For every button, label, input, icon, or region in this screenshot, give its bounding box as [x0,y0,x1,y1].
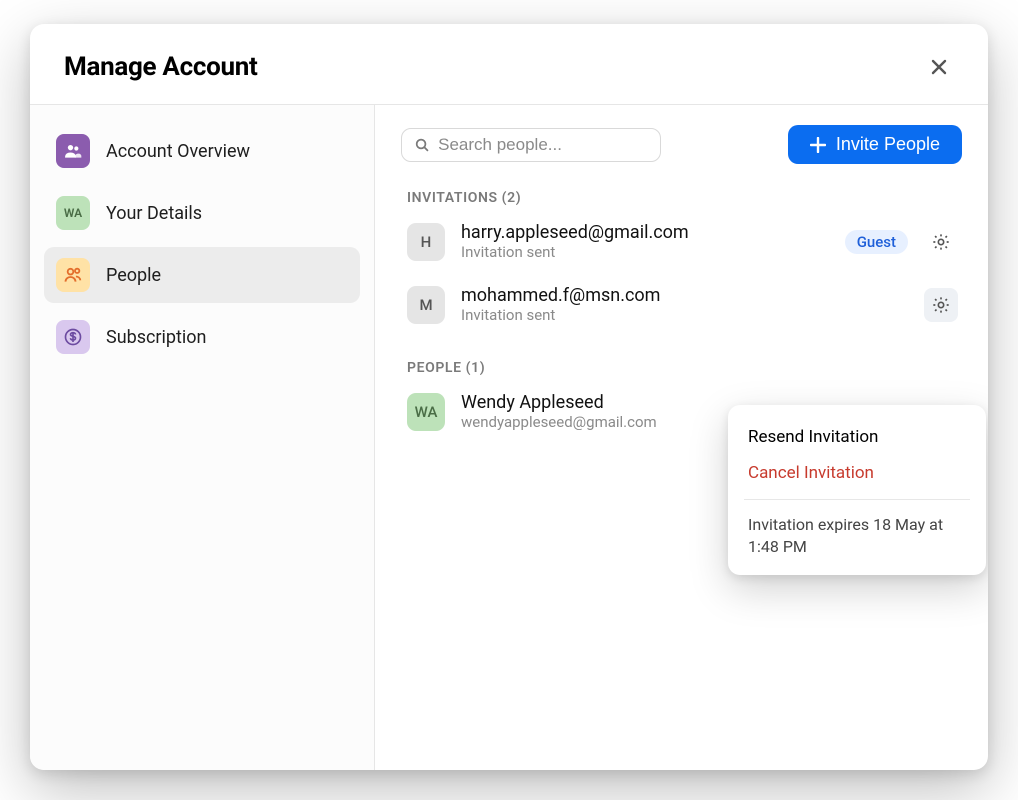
sidebar: Account Overview WA Your Details P [30,105,375,770]
avatar-initials: M [419,296,432,314]
avatar-initials: WA [415,403,438,421]
invitation-status: Invitation sent [461,243,829,261]
invitation-email: harry.appleseed@gmail.com [461,222,829,243]
dollar-icon [56,320,90,354]
sidebar-item-label: Account Overview [106,141,250,162]
people-icon [56,258,90,292]
plus-icon [810,137,826,153]
invitation-row: M mohammed.f@msn.com Invitation sent [401,279,962,342]
invitation-row: H harry.appleseed@gmail.com Invitation s… [401,216,962,279]
resend-invitation-button[interactable]: Resend Invitation [728,419,986,455]
sidebar-item-label: Your Details [106,203,202,224]
avatar: M [407,286,445,324]
search-icon [414,136,430,154]
guest-badge: Guest [845,230,908,254]
sidebar-item-your-details[interactable]: WA Your Details [44,185,360,241]
row-settings-button[interactable] [924,225,958,259]
sidebar-item-people[interactable]: People [44,247,360,303]
invitations-section-header: INVITATIONS (2) [407,190,962,206]
invite-button-label: Invite People [836,134,940,155]
initials-icon: WA [56,196,90,230]
gear-icon [931,232,951,252]
sidebar-item-account-overview[interactable]: Account Overview [44,123,360,179]
sidebar-item-label: People [106,265,161,286]
invitation-actions-popover: Resend Invitation Cancel Invitation Invi… [728,405,986,575]
toolbar: Invite People [401,125,962,164]
row-settings-button[interactable] [924,288,958,322]
invitation-email: mohammed.f@msn.com [461,285,908,306]
manage-account-modal: Manage Account Account Overview [30,24,988,770]
sidebar-item-subscription[interactable]: Subscription [44,309,360,365]
main-panel: Invite People INVITATIONS (2) H harry.ap… [375,105,988,770]
avatar-initials: WA [64,206,82,220]
avatar: WA [407,393,445,431]
person-info: harry.appleseed@gmail.com Invitation sen… [461,222,829,261]
page-title: Manage Account [64,52,258,82]
divider [744,499,970,500]
people-section-header: PEOPLE (1) [407,360,962,376]
search-input[interactable] [438,135,648,155]
person-info: mohammed.f@msn.com Invitation sent [461,285,908,324]
search-box[interactable] [401,128,661,162]
invitation-expiry-note: Invitation expires 18 May at 1:48 PM [728,508,986,563]
people-group-icon [56,134,90,168]
close-button[interactable] [924,52,954,82]
avatar: H [407,223,445,261]
modal-header: Manage Account [30,24,988,104]
invite-people-button[interactable]: Invite People [788,125,962,164]
gear-icon [931,295,951,315]
modal-body: Account Overview WA Your Details P [30,104,988,770]
invitation-status: Invitation sent [461,306,908,324]
close-icon [930,58,948,76]
avatar-initials: H [421,233,432,251]
sidebar-item-label: Subscription [106,327,207,348]
cancel-invitation-button[interactable]: Cancel Invitation [728,455,986,491]
